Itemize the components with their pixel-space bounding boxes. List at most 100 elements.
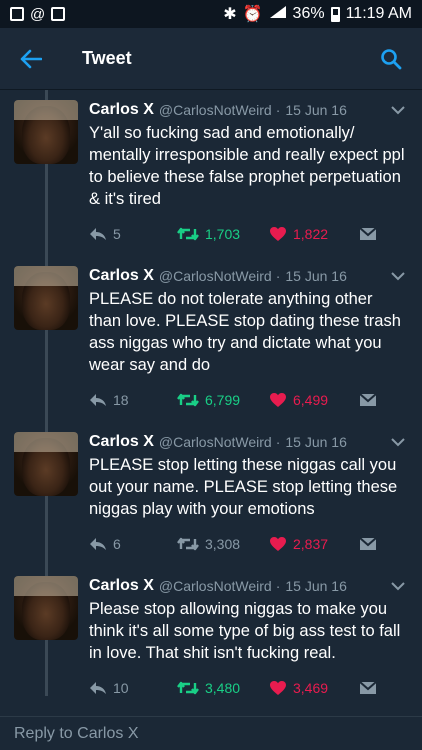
like-count: 2,837 [293,536,329,552]
reply-button[interactable]: 18 [89,392,177,408]
chevron-down-icon[interactable] [390,268,406,284]
author-handle[interactable]: @CarlosNotWeird [159,266,272,286]
reply-icon [90,394,106,406]
author-handle[interactable]: @CarlosNotWeird [159,100,272,120]
tweet-text: Y'all so fucking sad and emotionally/ me… [89,124,405,208]
author-name[interactable]: Carlos X [89,266,154,286]
retweet-count: 6,799 [205,392,241,408]
like-button[interactable]: 3,469 [269,680,359,696]
reply-icon [90,682,106,694]
chevron-down-icon[interactable] [390,434,406,450]
at-notification-icon: @ [30,5,46,23]
retweet-count: 3,308 [205,536,241,552]
envelope-icon [359,393,377,406]
back-button[interactable] [14,42,48,76]
reply-icon [90,228,106,240]
tweet-header: Carlos X @CarlosNotWeird · 15 Jun 16 [89,576,406,596]
chevron-down-icon[interactable] [390,102,406,118]
like-button[interactable]: 6,499 [269,392,359,408]
heart-icon [270,393,286,407]
alarm-icon: ⏰ [242,6,263,23]
battery-percent: 36% [292,5,325,22]
retweet-count: 1,703 [205,226,241,242]
avatar[interactable] [14,266,78,330]
arrow-left-icon [20,49,42,68]
like-button[interactable]: 2,837 [269,536,359,552]
gallery-notification-icon [10,7,24,21]
retweet-icon [177,537,199,551]
like-button[interactable]: 1,822 [269,226,359,242]
reply-count: 6 [113,536,121,552]
tweet-body: Carlos X @CarlosNotWeird · 15 Jun 16 PLE… [89,432,406,566]
page-title: Tweet [82,48,132,68]
avatar[interactable] [14,100,78,164]
tweet-body: Carlos X @CarlosNotWeird · 15 Jun 16 Y'a… [89,100,406,256]
envelope-icon [359,227,377,240]
retweet-count: 3,480 [205,680,241,696]
tweet[interactable]: Carlos X @CarlosNotWeird · 15 Jun 16 PLE… [0,422,422,566]
tweet-actions: 18 6,799 6,499 [89,378,406,422]
author-name[interactable]: Carlos X [89,432,154,452]
tweet-header: Carlos X @CarlosNotWeird · 15 Jun 16 [89,100,406,120]
retweet-icon [177,681,199,695]
retweet-button[interactable]: 1,703 [177,226,269,242]
tweet-thread: Carlos X @CarlosNotWeird · 15 Jun 16 Y'a… [0,90,422,696]
tweet-date: 15 Jun 16 [285,268,347,284]
envelope-icon [359,681,377,694]
like-count: 3,469 [293,680,329,696]
like-count: 1,822 [293,226,329,242]
signal-icon [269,5,287,24]
heart-icon [270,227,286,241]
tweet-header: Carlos X @CarlosNotWeird · 15 Jun 16 [89,266,406,286]
reply-count: 18 [113,392,129,408]
retweet-button[interactable]: 3,308 [177,536,269,552]
tweet-date: 15 Jun 16 [285,578,347,594]
retweet-button[interactable]: 6,799 [177,392,269,408]
notification-icons: @ [10,5,66,23]
reply-count: 5 [113,226,121,242]
direct-message-button[interactable] [359,227,377,241]
tweet-body: Carlos X @CarlosNotWeird · 15 Jun 16 PLE… [89,266,406,422]
bluetooth-icon: ✱ [223,6,237,23]
heart-icon [270,537,286,551]
tweet-header: Carlos X @CarlosNotWeird · 15 Jun 16 [89,432,406,452]
chevron-down-icon[interactable] [390,578,406,594]
tweet-list: Carlos X @CarlosNotWeird · 15 Jun 16 Y'a… [0,90,422,696]
retweet-button[interactable]: 3,480 [177,680,269,696]
tweet-body: Carlos X @CarlosNotWeird · 15 Jun 16 Ple… [89,576,406,696]
reply-icon [90,538,106,550]
direct-message-button[interactable] [359,537,377,551]
author-name[interactable]: Carlos X [89,100,154,120]
direct-message-button[interactable] [359,681,377,695]
tweet-date: 15 Jun 16 [285,102,347,118]
avatar[interactable] [14,576,78,640]
tweet[interactable]: Carlos X @CarlosNotWeird · 15 Jun 16 PLE… [0,256,422,422]
reply-button[interactable]: 10 [89,680,177,696]
direct-message-button[interactable] [359,393,377,407]
retweet-icon [177,393,199,407]
search-button[interactable] [374,42,408,76]
tweet-date: 15 Jun 16 [285,434,347,450]
reply-input[interactable]: Reply to Carlos X [0,716,422,750]
tweet[interactable]: Carlos X @CarlosNotWeird · 15 Jun 16 Ple… [0,566,422,696]
like-count: 6,499 [293,392,329,408]
tweet-text: Please stop allowing niggas to make you … [89,600,401,662]
battery-icon [330,6,340,22]
app-bar: Tweet [0,28,422,90]
reply-button[interactable]: 5 [89,226,177,242]
reply-placeholder: Reply to Carlos X [14,724,139,742]
separator-dot: · [275,434,281,450]
author-handle[interactable]: @CarlosNotWeird [159,432,272,452]
reply-button[interactable]: 6 [89,536,177,552]
tweet-actions: 6 3,308 2,837 [89,522,406,566]
separator-dot: · [275,268,281,284]
author-handle[interactable]: @CarlosNotWeird [159,576,272,596]
tweet-text: PLEASE stop letting these niggas call yo… [89,456,398,518]
clock: 11:19 AM [345,5,412,22]
avatar[interactable] [14,432,78,496]
tweet[interactable]: Carlos X @CarlosNotWeird · 15 Jun 16 Y'a… [0,90,422,256]
status-bar: @ ✱ ⏰ 36% 11:19 AM [0,0,422,28]
search-icon [381,48,402,69]
separator-dot: · [275,102,281,118]
author-name[interactable]: Carlos X [89,576,154,596]
